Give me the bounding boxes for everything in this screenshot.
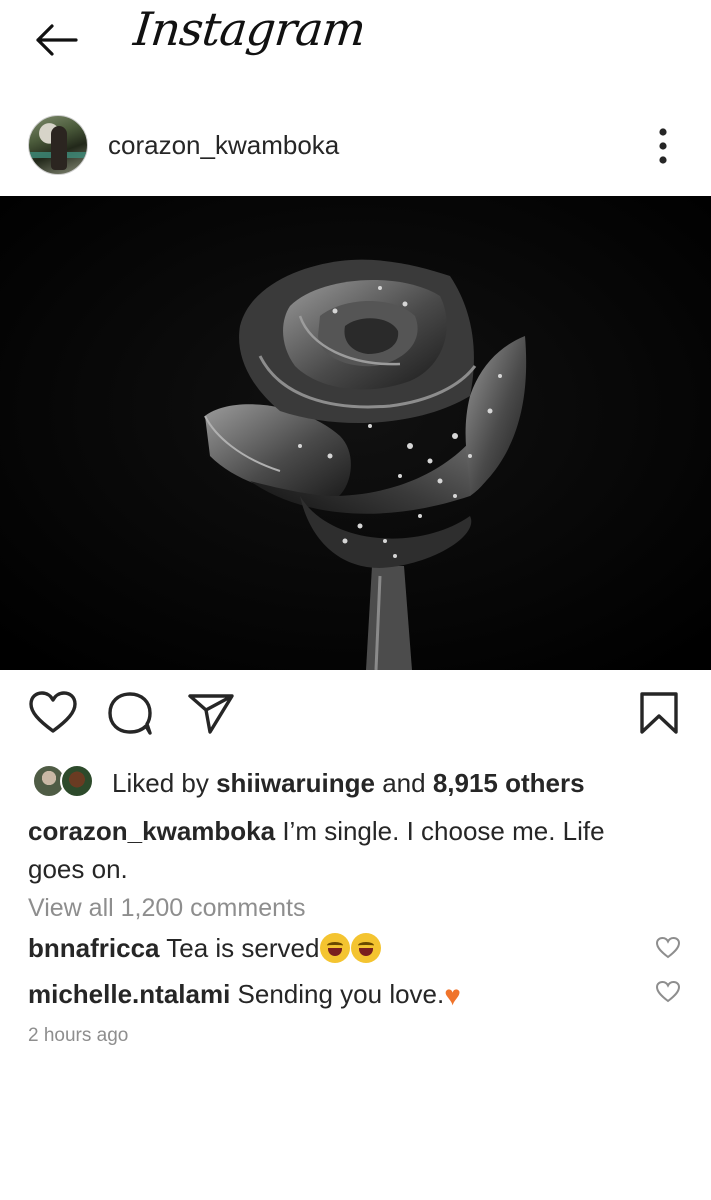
share-button[interactable]: [186, 690, 236, 736]
and-label: and: [375, 768, 433, 798]
view-all-comments-link[interactable]: View all 1,200 comments: [28, 894, 305, 923]
tears-of-joy-emoji-icon: [320, 933, 351, 963]
comment-text: Sending you love.: [230, 979, 445, 1009]
post-actions: [0, 690, 711, 740]
heart-icon: [29, 691, 77, 733]
top-bar: Instagram: [0, 0, 711, 90]
comment-like-button[interactable]: [655, 936, 681, 960]
back-button[interactable]: [28, 18, 84, 62]
back-arrow-icon: [36, 24, 78, 56]
share-icon: [188, 694, 234, 734]
heart-icon: [655, 980, 681, 1003]
likes-text: Liked by shiiwaruinge and 8,915 others: [112, 768, 585, 799]
comment-item: bnnafricca Tea is served: [28, 933, 648, 964]
more-vertical-icon: [659, 128, 667, 164]
save-button[interactable]: [636, 690, 686, 736]
post-timestamp: 2 hours ago: [28, 1025, 129, 1046]
liked-by-label: Liked by: [112, 768, 217, 798]
post-caption: corazon_kwamboka I’m single. I choose me…: [28, 812, 668, 888]
tears-of-joy-emoji-icon: [351, 933, 382, 963]
bookmark-icon: [640, 692, 678, 734]
orange-heart-emoji-icon: ♥: [444, 980, 461, 1011]
likes-summary[interactable]: Liked by shiiwaruinge and 8,915 others: [28, 764, 688, 804]
others-count[interactable]: 8,915 others: [433, 768, 585, 798]
comment-button[interactable]: [106, 690, 156, 736]
more-options-button[interactable]: [650, 126, 676, 166]
like-button[interactable]: [28, 690, 78, 736]
heart-icon: [655, 936, 681, 959]
caption-username[interactable]: corazon_kwamboka: [28, 816, 275, 846]
app-logo: Instagram: [131, 2, 368, 56]
liked-by-user[interactable]: shiiwaruinge: [216, 768, 375, 798]
post-username[interactable]: corazon_kwamboka: [108, 130, 339, 161]
liker-avatar: [60, 764, 94, 798]
comment-item: michelle.ntalami Sending you love.♥: [28, 979, 648, 1012]
avatar[interactable]: [28, 115, 88, 175]
post-header: corazon_kwamboka: [0, 108, 711, 186]
comment-username[interactable]: michelle.ntalami: [28, 979, 230, 1009]
rose-photo: [0, 196, 711, 670]
comment-text: Tea is served: [159, 933, 320, 963]
comment-like-button[interactable]: [655, 980, 681, 1004]
post-image[interactable]: [0, 196, 711, 670]
comment-icon: [108, 692, 152, 735]
comment-username[interactable]: bnnafricca: [28, 933, 160, 963]
